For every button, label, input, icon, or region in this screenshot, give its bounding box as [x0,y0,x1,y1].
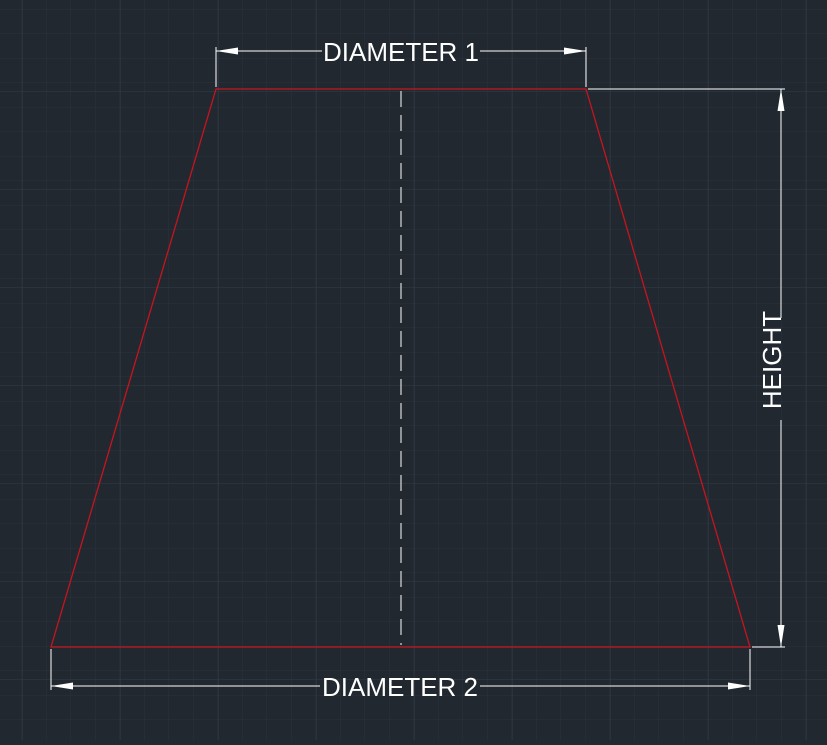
bottom-diameter-label: DIAMETER 2 [322,672,478,702]
height-label: HEIGHT [757,311,787,409]
cad-drawing-canvas[interactable]: DIAMETER 1 DIAMETER 2 HEIGHT [0,0,827,740]
drawing-svg: DIAMETER 1 DIAMETER 2 HEIGHT [0,0,827,740]
major-grid [0,0,827,740]
top-diameter-label: DIAMETER 1 [323,37,479,67]
